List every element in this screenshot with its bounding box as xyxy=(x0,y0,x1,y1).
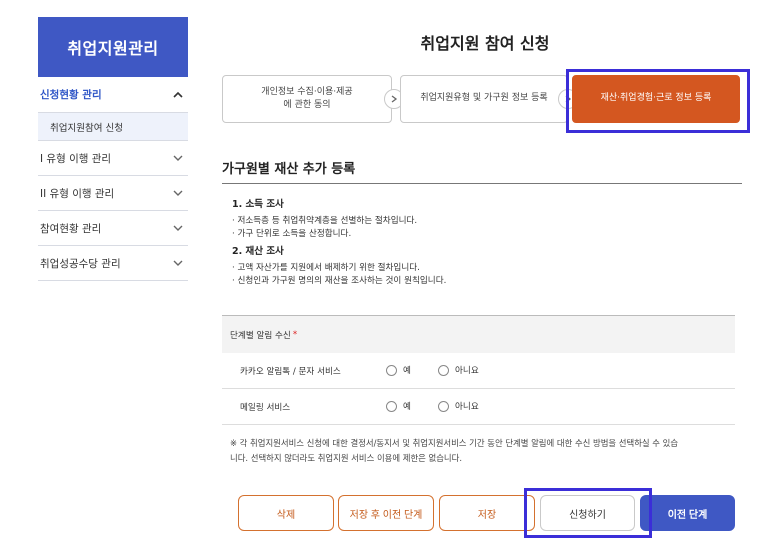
sidebar-item-label: II 유형 이행 관리 xyxy=(40,187,115,200)
previous-step-button[interactable]: 이전 단계 xyxy=(640,495,735,531)
chevron-down-icon xyxy=(172,187,184,199)
save-and-previous-button[interactable]: 저장 후 이전 단계 xyxy=(338,495,434,531)
notify-row-label: 카카오 알림톡 / 문자 서비스 xyxy=(240,367,341,377)
chevron-down-icon xyxy=(172,257,184,269)
sidebar-item-participation-status[interactable]: 참여현황 관리 xyxy=(38,211,188,246)
sidebar-item-label: 신청현황 관리 xyxy=(40,89,102,101)
info-line: · 신청인과 가구원 명의의 재산을 조사하는 것이 원칙입니다. xyxy=(232,276,447,287)
sidebar-item-type1[interactable]: I 유형 이행 관리 xyxy=(38,141,188,176)
notify-row-label: 메일링 서비스 xyxy=(240,403,291,413)
divider xyxy=(222,183,742,184)
notify-row-mailing: 메일링 서비스 예 아니요 xyxy=(222,389,735,425)
info-line: · 저소득층 등 취업취약계층을 선별하는 절차입니다. xyxy=(232,215,418,226)
chevron-down-icon xyxy=(172,152,184,164)
radio-label: 아니요 xyxy=(455,402,479,412)
step-label: 개인정보 수집·이용·제공 xyxy=(261,86,353,97)
save-button[interactable]: 저장 xyxy=(439,495,535,531)
chevron-down-icon xyxy=(172,222,184,234)
notify-note: ※ 각 취업지원서비스 신청에 대한 결정서/동지서 및 취업지원서비스 기간 … xyxy=(230,436,735,465)
note-line: ※ 각 취업지원서비스 신청에 대한 결정서/동지서 및 취업지원서비스 기간 … xyxy=(230,438,679,448)
step-label: 취업지원유형 및 가구원 정보 등록 xyxy=(420,93,548,104)
step-label: 에 관한 동의 xyxy=(283,100,331,110)
info-heading-income: 1. 소득 조사 xyxy=(232,199,284,210)
radio-mailing-yes[interactable]: 예 xyxy=(386,400,411,412)
notify-row-kakao-sms: 카카오 알림톡 / 문자 서비스 예 아니요 xyxy=(222,353,735,389)
page-title: 취업지원 참여 신청 xyxy=(420,34,550,53)
sidebar-item-success-allowance[interactable]: 취업성공수당 관리 xyxy=(38,246,188,281)
radio-circle[interactable] xyxy=(438,364,449,376)
chevron-up-icon xyxy=(172,89,184,101)
radio-circle[interactable] xyxy=(386,400,397,412)
step-type-household[interactable]: 취업지원유형 및 가구원 정보 등록 xyxy=(400,75,568,123)
sidebar-subitem-participation-application[interactable]: 취업지원참여 신청 xyxy=(38,113,188,141)
radio-label: 아니요 xyxy=(455,366,479,376)
sidebar: 취업지원관리 신청현황 관리 취업지원참여 신청 I 유형 이행 관리 II 유… xyxy=(38,17,188,281)
note-line: 니다. 선택하지 않더라도 취업지원 서비스 이용에 제한은 없습니다. xyxy=(230,452,462,463)
info-heading-assets: 2. 재산 조사 xyxy=(232,246,284,258)
radio-kakao-no[interactable]: 아니요 xyxy=(438,364,479,376)
notify-header-label: 단계별 알림 수신 xyxy=(230,330,291,341)
notify-header: 단계별 알림 수신 * xyxy=(222,315,735,353)
radio-label: 예 xyxy=(403,366,411,376)
info-line: · 가구 단위로 소득을 산정합니다. xyxy=(232,229,352,240)
sidebar-item-application-status[interactable]: 신청현황 관리 xyxy=(38,77,188,113)
step-consent[interactable]: 개인정보 수집·이용·제공 에 관한 동의 xyxy=(222,75,392,123)
radio-label: 예 xyxy=(403,402,411,412)
required-mark: * xyxy=(292,329,298,340)
info-line: · 고액 자산가를 지원에서 배제하기 위한 절차입니다. xyxy=(232,263,420,274)
sidebar-item-label: I 유형 이행 관리 xyxy=(40,152,112,165)
radio-kakao-yes[interactable]: 예 xyxy=(386,364,411,376)
sidebar-item-label: 참여현황 관리 xyxy=(40,222,102,235)
delete-button[interactable]: 삭제 xyxy=(238,495,334,531)
sidebar-item-label: 취업지원참여 신청 xyxy=(50,122,123,134)
sidebar-item-type2[interactable]: II 유형 이행 관리 xyxy=(38,176,188,211)
sidebar-title: 취업지원관리 xyxy=(38,17,188,77)
info-panel: 1. 소득 조사 · 저소득층 등 취업취약계층을 선별하는 절차입니다. · … xyxy=(232,198,737,288)
highlight-box-active-step xyxy=(566,69,750,133)
radio-circle[interactable] xyxy=(386,364,397,376)
highlight-box-apply xyxy=(524,488,652,538)
sidebar-item-label: 취업성공수당 관리 xyxy=(40,257,121,270)
radio-mailing-no[interactable]: 아니요 xyxy=(438,400,479,412)
section-title: 가구원별 재산 추가 등록 xyxy=(222,162,356,177)
radio-circle[interactable] xyxy=(438,400,449,412)
